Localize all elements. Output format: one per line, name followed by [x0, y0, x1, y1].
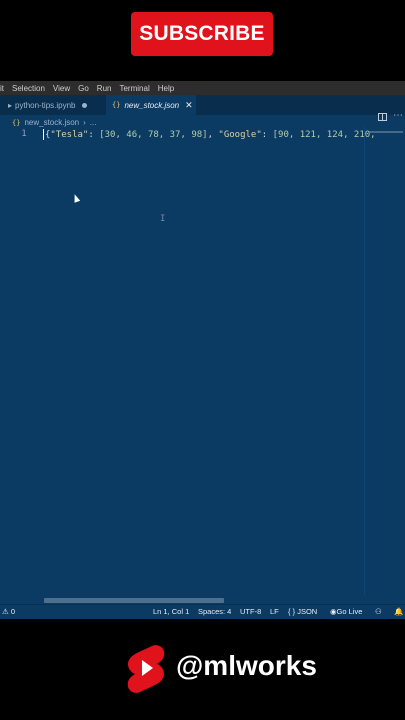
text-cursor	[43, 129, 44, 140]
code-colon: :	[261, 130, 273, 140]
vscode-window: it Selection View Go Run Terminal Help ▸…	[0, 81, 405, 619]
menu-item-help[interactable]: Help	[158, 84, 174, 93]
go-live-label: Go Live	[336, 607, 363, 616]
json-file-icon: {}	[12, 118, 21, 127]
code-key-tesla: "Tesla"	[50, 130, 89, 140]
json-file-icon: {}	[112, 101, 121, 109]
shorts-logo-icon	[127, 645, 165, 693]
accounts-icon[interactable]: ⚇	[375, 607, 382, 616]
status-errors[interactable]: ⚠ 0	[2, 607, 15, 616]
horizontal-scrollbar[interactable]	[44, 598, 224, 603]
json-braces-icon: { }	[288, 607, 296, 616]
close-icon[interactable]: ✕	[185, 100, 193, 111]
warning-icon: ⚠	[2, 607, 9, 616]
menu-item-run[interactable]: Run	[97, 84, 112, 93]
menu-item-selection[interactable]: Selection	[12, 84, 45, 93]
code-line[interactable]: {"Tesla": [30, 46, 78, 37, 98], "Google"…	[43, 129, 376, 140]
code-values-tesla: [30, 46, 78, 37, 98]	[99, 130, 208, 140]
status-bar: ⚠ 0 Ln 1, Col 1 Spaces: 4 UTF-8 LF { } J…	[0, 604, 405, 619]
code-key-google: "Google"	[218, 130, 262, 140]
menu-item-view[interactable]: View	[53, 84, 70, 93]
status-eol[interactable]: LF	[270, 607, 279, 616]
ibeam-cursor-icon: I	[160, 214, 166, 224]
breadcrumb-separator: ›	[83, 118, 86, 127]
line-number: 1	[21, 129, 27, 139]
status-language[interactable]: { } JSON	[288, 607, 317, 616]
code-values-google: [90, 121, 124, 210,	[272, 130, 376, 140]
tab-bar: ▸ python-tips.ipynb {} new_stock.json ✕ …	[0, 95, 405, 121]
channel-handle: @mlworks	[176, 650, 317, 681]
code-separator: ,	[207, 130, 219, 140]
error-count: 0	[10, 607, 15, 616]
tab-new-stock[interactable]: {} new_stock.json ✕	[106, 95, 196, 115]
status-go-live[interactable]: ◉Go Live	[330, 607, 362, 616]
minimap-line	[369, 131, 403, 133]
status-spaces[interactable]: Spaces: 4	[198, 607, 231, 616]
status-encoding[interactable]: UTF-8	[240, 607, 261, 616]
breadcrumb: {} new_stock.json › ...	[12, 118, 96, 127]
subscribe-button[interactable]: SUBSCRIBE	[131, 12, 273, 56]
breadcrumb-file[interactable]: new_stock.json	[24, 118, 79, 127]
tab-python-tips[interactable]: ▸ python-tips.ipynb	[8, 95, 104, 115]
more-actions-icon[interactable]: ⋯	[393, 110, 403, 121]
menu-bar: it Selection View Go Run Terminal Help	[0, 81, 405, 95]
language-label: JSON	[297, 607, 318, 616]
menu-item-go[interactable]: Go	[78, 84, 89, 93]
unsaved-dot-icon	[81, 102, 87, 108]
file-icon: ▸	[8, 100, 13, 110]
status-position[interactable]: Ln 1, Col 1	[153, 607, 189, 616]
menu-item-edit[interactable]: it	[0, 84, 4, 93]
breadcrumb-trail[interactable]: ...	[90, 118, 97, 127]
tab-label: new_stock.json	[124, 100, 180, 110]
menu-item-terminal[interactable]: Terminal	[119, 84, 149, 93]
code-colon: :	[88, 130, 100, 140]
minimap[interactable]	[364, 127, 405, 595]
tab-label: python-tips.ipynb	[15, 100, 76, 110]
split-editor-icon[interactable]	[378, 113, 387, 121]
notifications-bell-icon[interactable]: 🔔	[394, 607, 403, 616]
mouse-pointer-icon	[71, 193, 81, 203]
code-editor[interactable]: 1 {"Tesla": [30, 46, 78, 37, 98], "Googl…	[0, 127, 405, 595]
